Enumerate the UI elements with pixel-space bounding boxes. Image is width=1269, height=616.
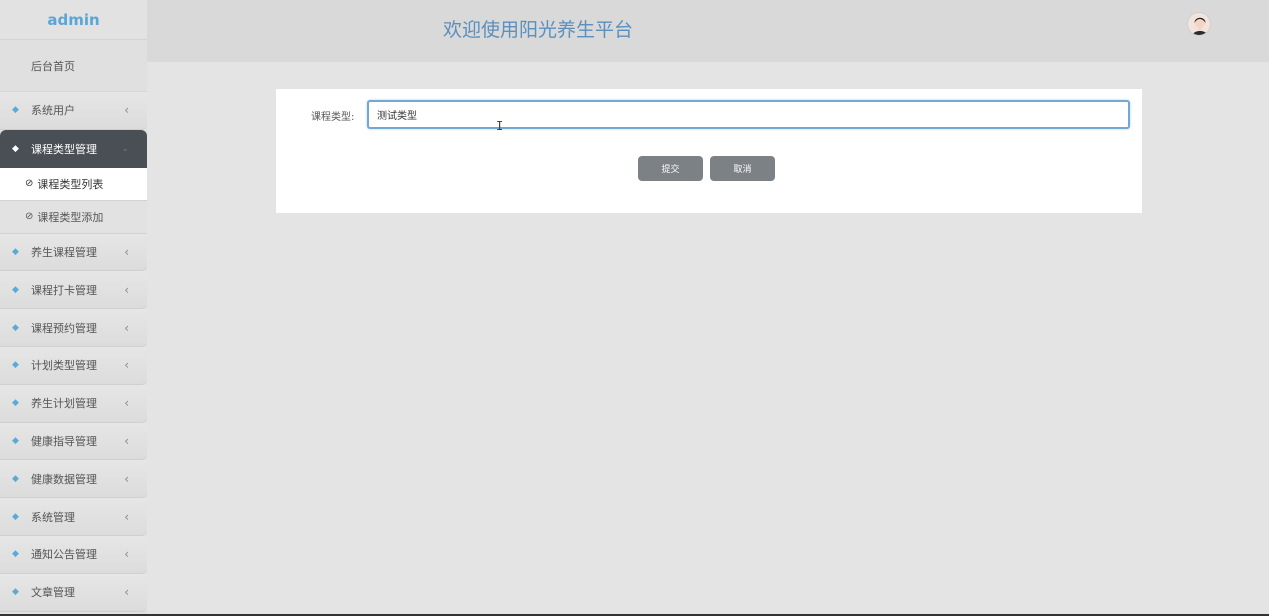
course-type-label: 课程类型: bbox=[311, 112, 355, 123]
sidebar-item-label: 通知公告管理 bbox=[31, 548, 97, 562]
sidebar-subitem-course-type-list[interactable]: ⊘ 课程类型列表 bbox=[0, 167, 147, 201]
avatar[interactable] bbox=[1187, 12, 1211, 36]
diamond-icon: ◆ bbox=[12, 587, 19, 598]
diamond-icon: ◆ bbox=[12, 511, 19, 522]
sidebar-subitem-label: 课程类型添加 bbox=[37, 210, 104, 224]
sidebar-item-label: 课程打卡管理 bbox=[31, 283, 97, 297]
text-cursor-icon: I bbox=[496, 119, 504, 133]
sidebar-item-label: 文章管理 bbox=[31, 586, 75, 600]
course-type-form: 课程类型: 提交 取消 bbox=[276, 89, 1142, 213]
diamond-icon: ◆ bbox=[12, 360, 19, 371]
sidebar-subitem-course-type-add[interactable]: ⊘ 课程类型添加 bbox=[0, 200, 147, 234]
diamond-icon: ◆ bbox=[12, 105, 19, 116]
chevron-left-icon: ‹ bbox=[124, 433, 129, 448]
sidebar-item-system-users[interactable]: ◆ 系统用户 ‹ bbox=[0, 92, 147, 130]
diamond-icon: ◆ bbox=[12, 549, 19, 560]
diamond-icon: ◆ bbox=[12, 246, 19, 257]
sidebar: admin 后台首页 ◆ 系统用户 ‹ ◆ 课程类型管理 ⌄ ⊘ 课程类型列表 … bbox=[0, 0, 147, 616]
sidebar-item-label: 计划类型管理 bbox=[31, 359, 97, 373]
sidebar-item-label: 健康数据管理 bbox=[31, 472, 97, 486]
sidebar-subitem-label: 课程类型列表 bbox=[37, 177, 104, 191]
clock-icon: ⊘ bbox=[25, 211, 34, 223]
chevron-left-icon: ‹ bbox=[124, 282, 129, 297]
sidebar-item-course-checkin-management[interactable]: ◆ 课程打卡管理 ‹ bbox=[0, 271, 147, 310]
sidebar-item-label: 课程类型管理 bbox=[31, 142, 97, 156]
chevron-left-icon: ‹ bbox=[124, 585, 129, 600]
sidebar-item-article-management[interactable]: ◆ 文章管理 ‹ bbox=[0, 573, 147, 612]
top-header: 欢迎使用阳光养生平台 bbox=[147, 0, 1269, 62]
chevron-left-icon: ‹ bbox=[124, 396, 129, 411]
diamond-icon: ◆ bbox=[12, 435, 19, 446]
sidebar-item-label: 系统用户 bbox=[31, 104, 75, 118]
clock-icon: ⊘ bbox=[25, 178, 34, 190]
chevron-left-icon: ‹ bbox=[124, 358, 129, 373]
cancel-button[interactable]: 取消 bbox=[710, 156, 775, 181]
brand-logo: admin bbox=[0, 0, 147, 40]
diamond-icon: ◆ bbox=[12, 398, 19, 409]
chevron-left-icon: ‹ bbox=[124, 509, 129, 524]
sidebar-item-label: 系统管理 bbox=[31, 510, 75, 524]
sidebar-item-notice-management[interactable]: ◆ 通知公告管理 ‹ bbox=[0, 535, 147, 574]
diamond-icon: ◆ bbox=[12, 284, 19, 295]
app-root: admin 后台首页 ◆ 系统用户 ‹ ◆ 课程类型管理 ⌄ ⊘ 课程类型列表 … bbox=[0, 0, 1269, 616]
sidebar-item-course-booking-management[interactable]: ◆ 课程预约管理 ‹ bbox=[0, 309, 147, 347]
chevron-down-icon: ⌄ bbox=[121, 143, 129, 154]
sidebar-item-course-type-management[interactable]: ◆ 课程类型管理 ⌄ bbox=[0, 129, 147, 168]
sidebar-item-health-course-management[interactable]: ◆ 养生课程管理 ‹ bbox=[0, 233, 147, 272]
submit-button[interactable]: 提交 bbox=[638, 156, 703, 181]
sidebar-item-label: 健康指导管理 bbox=[31, 434, 97, 448]
sidebar-item-label: 养生课程管理 bbox=[31, 245, 97, 259]
sidebar-item-label: 课程预约管理 bbox=[31, 321, 97, 335]
sidebar-item-plan-type-management[interactable]: ◆ 计划类型管理 ‹ bbox=[0, 346, 147, 385]
sidebar-item-label: 养生计划管理 bbox=[31, 397, 97, 411]
diamond-icon: ◆ bbox=[12, 143, 19, 154]
sidebar-item-health-guidance-management[interactable]: ◆ 健康指导管理 ‹ bbox=[0, 422, 147, 461]
course-type-input[interactable] bbox=[367, 100, 1130, 129]
diamond-icon: ◆ bbox=[12, 473, 19, 484]
chevron-left-icon: ‹ bbox=[124, 103, 129, 118]
chevron-left-icon: ‹ bbox=[124, 320, 129, 335]
page-title: 欢迎使用阳光养生平台 bbox=[443, 19, 634, 41]
chevron-left-icon: ‹ bbox=[124, 244, 129, 259]
sidebar-item-home[interactable]: 后台首页 bbox=[0, 40, 147, 92]
sidebar-item-health-plan-management[interactable]: ◆ 养生计划管理 ‹ bbox=[0, 384, 147, 423]
sidebar-item-system-management[interactable]: ◆ 系统管理 ‹ bbox=[0, 498, 147, 536]
chevron-left-icon: ‹ bbox=[124, 471, 129, 486]
avatar-image bbox=[1188, 13, 1210, 35]
diamond-icon: ◆ bbox=[12, 322, 19, 333]
sidebar-item-health-data-management[interactable]: ◆ 健康数据管理 ‹ bbox=[0, 460, 147, 499]
chevron-left-icon: ‹ bbox=[124, 547, 129, 562]
